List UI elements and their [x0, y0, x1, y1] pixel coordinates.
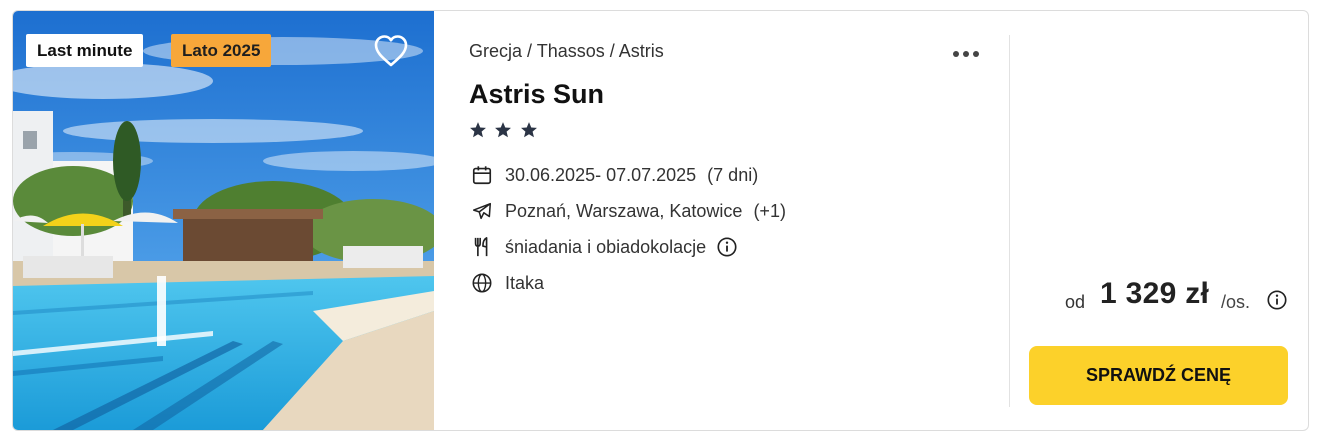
star-icon	[470, 122, 486, 138]
offer-info: Grecja / Thassos / Astris Astris Sun 30.…	[469, 11, 1009, 430]
check-price-button[interactable]: SPRAWDŹ CENĘ	[1029, 346, 1288, 405]
departures-row: Poznań, Warszawa, Katowice (+1)	[469, 198, 786, 224]
plane-icon	[469, 198, 495, 224]
location-breadcrumb[interactable]: Grecja / Thassos / Astris	[469, 41, 664, 62]
heart-outline-icon	[374, 35, 408, 67]
duration-text: (7 dni)	[707, 164, 759, 185]
calendar-icon	[469, 162, 495, 188]
dates-text: 30.06.2025- 07.07.2025	[505, 164, 697, 185]
hotel-name[interactable]: Astris Sun	[469, 79, 604, 110]
board-text: śniadania i obiadokolacje	[505, 236, 707, 257]
pool-image	[13, 11, 434, 430]
globe-icon	[469, 270, 495, 296]
operator-row: Itaka	[469, 270, 544, 296]
star-icon	[520, 122, 537, 138]
column-divider	[1009, 35, 1010, 407]
star-icon	[495, 122, 512, 138]
price-unit: /os.	[1221, 292, 1251, 312]
departures-text: Poznań, Warszawa, Katowice	[505, 200, 743, 221]
board-row: śniadania i obiadokolacje	[469, 234, 738, 260]
cutlery-icon	[469, 234, 495, 260]
last-minute-badge: Last minute	[26, 34, 144, 67]
price-from-label: od	[1065, 292, 1086, 312]
price-amount: 1 329 zł	[1100, 277, 1210, 310]
price-info-icon[interactable]	[1266, 289, 1288, 316]
departures-more[interactable]: (+1)	[753, 201, 786, 222]
favorite-button[interactable]	[373, 34, 409, 68]
more-options-button[interactable]	[947, 41, 983, 63]
operator-text: Itaka	[505, 272, 545, 293]
board-info-icon[interactable]	[716, 236, 738, 258]
hotel-photo[interactable]: Last minute Lato 2025	[13, 11, 434, 430]
more-horizontal-icon	[953, 51, 959, 57]
dates-row: 30.06.2025- 07.07.2025 (7 dni)	[469, 162, 758, 188]
hotel-stars	[469, 121, 541, 141]
price-box: od 1 329 zł /os.	[1053, 277, 1293, 323]
offer-card[interactable]: Last minute Lato 2025 Grecja / Thassos /…	[12, 10, 1309, 431]
season-badge: Lato 2025	[171, 34, 272, 67]
